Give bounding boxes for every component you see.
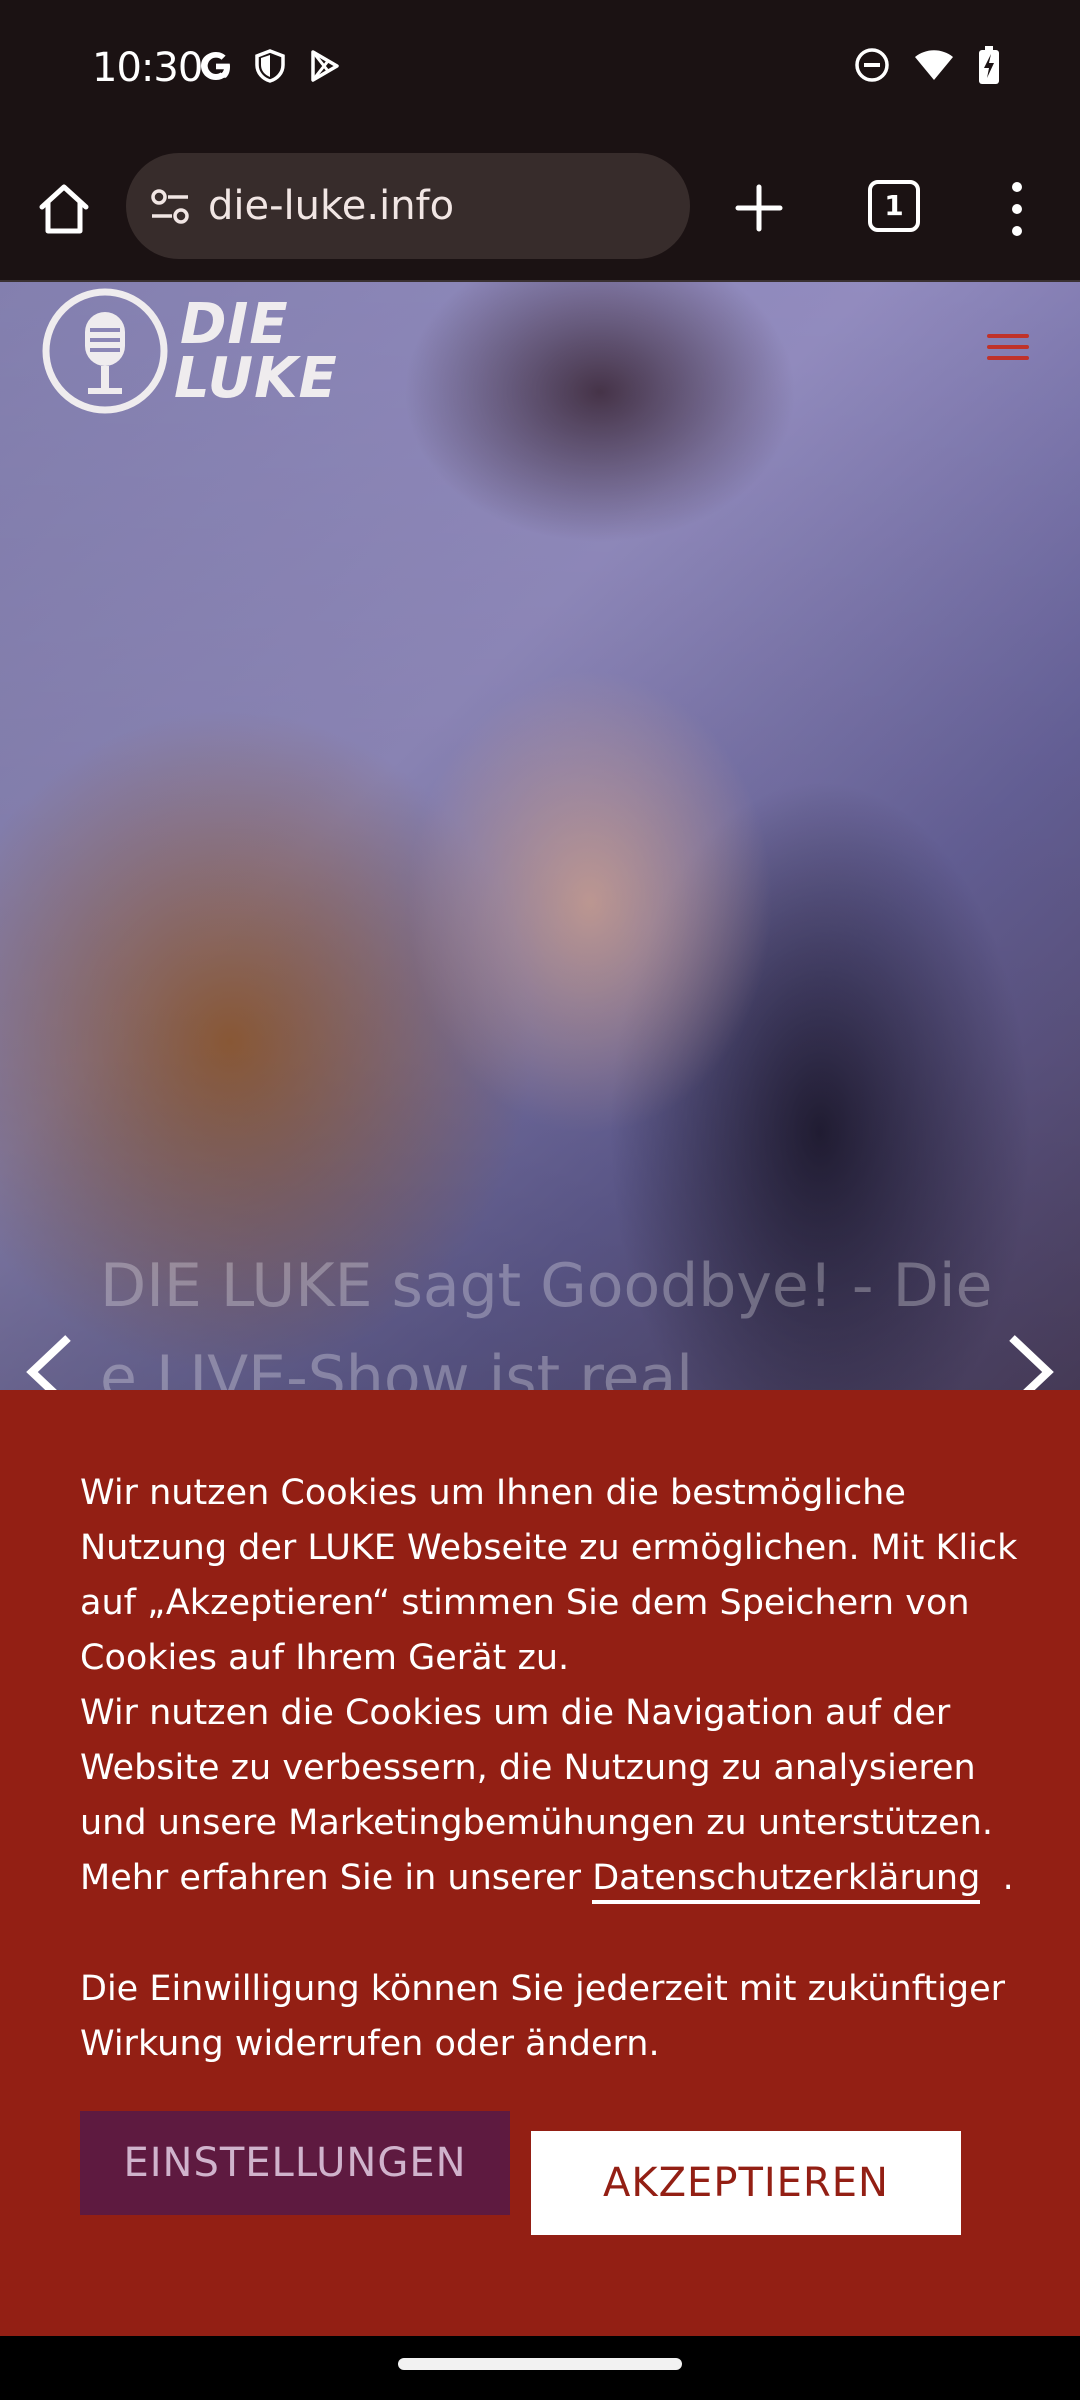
home-gesture-handle[interactable] (398, 2358, 682, 2370)
more-menu-icon[interactable] (1005, 179, 1029, 239)
url-text[interactable]: die-luke.info (208, 179, 454, 233)
wifi-icon (915, 50, 953, 80)
gesture-nav-bar (0, 2336, 1080, 2400)
tab-switcher-icon[interactable]: 1 (868, 180, 920, 232)
hamburger-menu-icon[interactable] (987, 334, 1029, 368)
microphone-logo-icon (42, 288, 168, 414)
privacy-suffix: . (980, 1858, 1014, 1898)
cookie-text: Wir nutzen Cookies um Ihnen die bestmögl… (80, 1466, 1020, 2072)
address-bar[interactable]: die-luke.info (126, 153, 690, 259)
shield-icon (255, 49, 285, 83)
browser-toolbar: die-luke.info 1 (0, 135, 1080, 282)
slide-caption-line-2: e LIVE-Show ist real (100, 1343, 693, 1390)
cookie-paragraph-4: Die Einwilligung können Sie jederzeit mi… (80, 1969, 1005, 2064)
cookie-paragraph-2: Wir nutzen die Cookies um die Navigation… (80, 1693, 993, 1843)
cookie-paragraph-3: Mehr erfahren Sie in unserer Datenschutz… (80, 1851, 1020, 1906)
slider-next-icon[interactable] (1002, 1332, 1060, 1390)
hero-slider[interactable]: DIE LUKE DIE LUKE sagt Goodbye! - Die e … (0, 282, 1080, 1390)
new-tab-icon[interactable] (732, 181, 786, 235)
site-settings-icon[interactable] (148, 185, 192, 229)
status-time: 10:30 (92, 45, 203, 91)
do-not-disturb-icon (855, 48, 889, 82)
privacy-policy-link[interactable]: Datenschutzerklärung (592, 1858, 981, 1904)
site-logo[interactable]: DIE LUKE (40, 286, 340, 426)
home-icon[interactable] (32, 177, 96, 241)
logo-line-1: DIE (180, 292, 289, 357)
settings-button[interactable]: EINSTELLUNGEN (80, 2111, 510, 2215)
slider-prev-icon[interactable] (20, 1332, 78, 1390)
cookie-paragraph-1: Wir nutzen Cookies um Ihnen die bestmögl… (80, 1473, 1018, 1678)
accept-button[interactable]: AKZEPTIEREN (531, 2131, 961, 2235)
logo-text: DIE LUKE (174, 292, 338, 407)
cookie-banner: Wir nutzen Cookies um Ihnen die bestmögl… (0, 1390, 1080, 2336)
hero-image (0, 282, 1080, 1390)
slide-caption-line-1: DIE LUKE sagt Goodbye! - Die (100, 1251, 993, 1321)
play-store-icon (311, 50, 339, 82)
status-bar: 10:30 (0, 0, 1080, 135)
google-icon (201, 52, 230, 80)
privacy-prefix: Mehr erfahren Sie in unserer (80, 1858, 593, 1898)
logo-line-2: LUKE (174, 346, 338, 411)
battery-charging-icon (979, 46, 999, 84)
slide-caption: DIE LUKE sagt Goodbye! - Die e LIVE-Show… (100, 1240, 1080, 1390)
